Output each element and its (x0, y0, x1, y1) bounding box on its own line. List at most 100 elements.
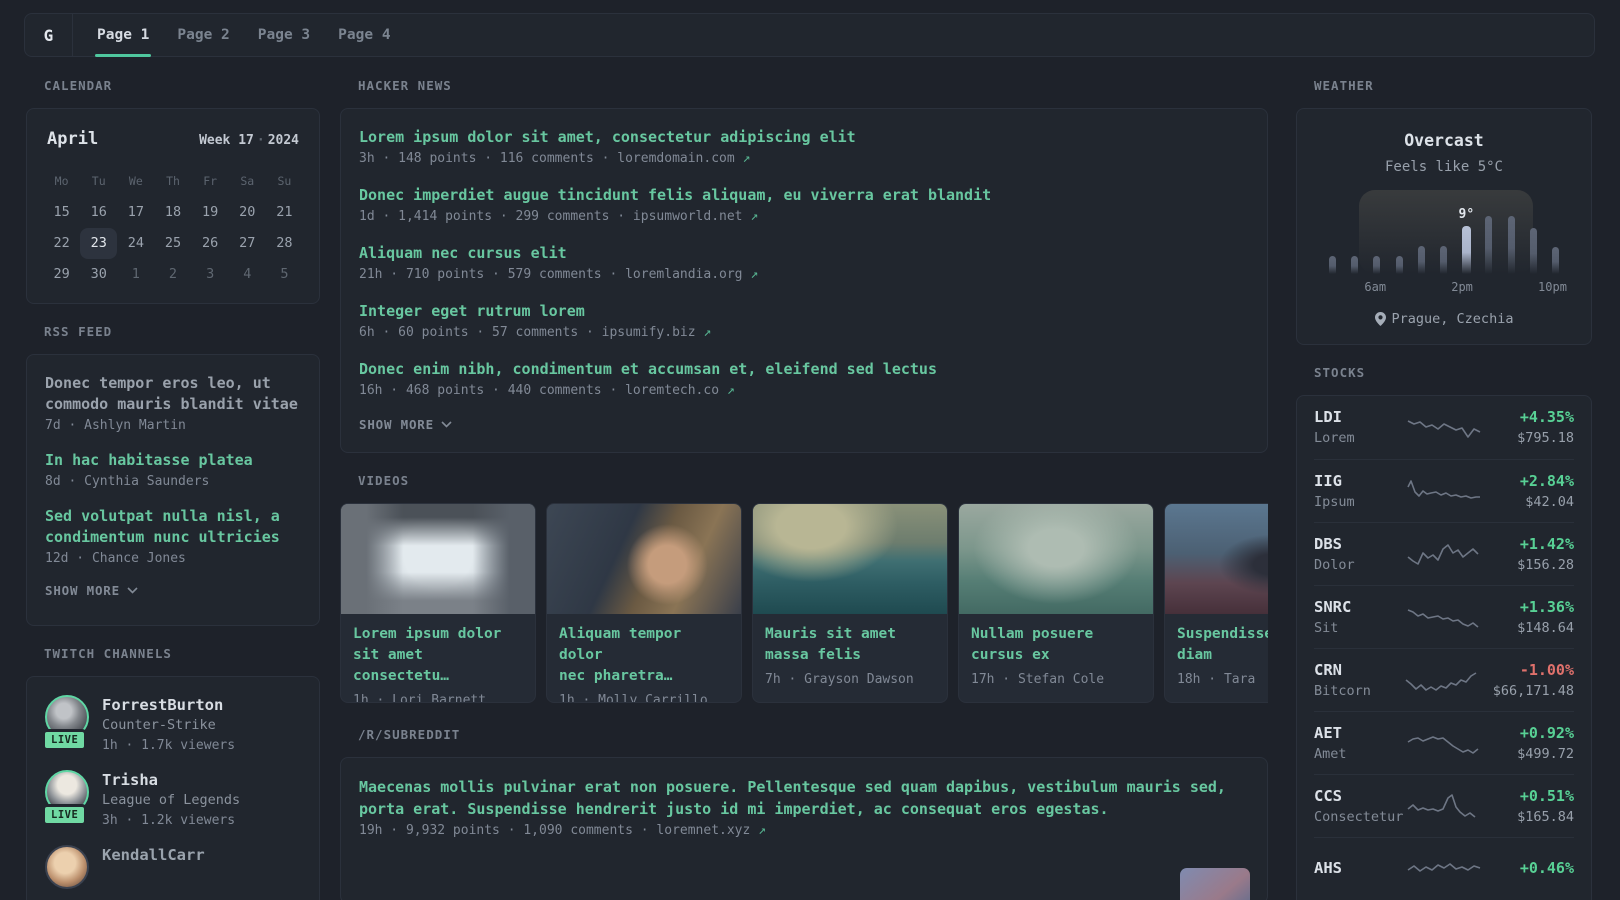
hackernews-widget: HACKER NEWS Lorem ipsum dolor sit amet, … (340, 78, 1268, 453)
video-thumbnail[interactable] (753, 504, 947, 614)
rss-item-link[interactable]: Donec tempor eros leo, ut commodo mauris… (45, 373, 298, 415)
tab-page-4[interactable]: Page 4 (324, 14, 404, 56)
rss-item-meta: 12d · Chance Jones (45, 551, 186, 566)
avatar[interactable] (45, 845, 89, 889)
stock-symbol-link[interactable]: AHS (1314, 859, 1393, 878)
stock-row: AET Amet +0.92% $499.72 (1314, 711, 1574, 774)
video-thumbnail[interactable] (959, 504, 1153, 614)
stock-change: +2.84% (1519, 471, 1574, 490)
stock-values: +2.84% $42.04 (1495, 472, 1574, 511)
stock-id: CRN Bitcorn (1314, 661, 1391, 700)
calendar-day: 26 (202, 235, 219, 251)
tab-page-1[interactable]: Page 1 (83, 14, 163, 57)
calendar-day-next-month: 3 (206, 266, 215, 282)
video-title-link[interactable]: Lorem ipsum dolor sit amet consectetu… (353, 624, 523, 687)
subreddit-card: Maecenas mollis pulvinar erat non posuer… (340, 757, 1268, 900)
hn-item-link[interactable]: Aliquam nec cursus elit (359, 243, 567, 264)
hn-show-more-button[interactable]: SHOW MORE (359, 417, 1249, 432)
video-meta: 1h · Molly Carrillo (559, 693, 708, 703)
stock-symbol-link[interactable]: CCS (1314, 787, 1393, 806)
stocks-widget-title: STOCKS (1314, 365, 1366, 380)
weather-bar (1440, 246, 1448, 274)
hn-item: Donec enim nibh, condimentum et accumsan… (359, 359, 1249, 401)
stock-price: $42.04 (1525, 493, 1574, 510)
twitch-channel-link[interactable]: KendallCarr (102, 845, 205, 865)
twitch-channel-row: LIVE Trisha League of Legends 3h · 1.2k … (42, 770, 301, 831)
stock-row: IIG Ipsum +2.84% $42.04 (1314, 459, 1574, 522)
weekday-label: Th (166, 174, 180, 188)
weather-hour-label (1386, 280, 1408, 296)
hn-item-link[interactable]: Donec enim nibh, condimentum et accumsan… (359, 359, 937, 380)
video-meta: 18h · Tara (1177, 672, 1256, 687)
stock-symbol-link[interactable]: SNRC (1314, 598, 1393, 617)
stock-symbol-link[interactable]: CRN (1314, 661, 1391, 680)
stock-values: +0.92% $499.72 (1495, 724, 1574, 763)
stock-sparkline (1403, 540, 1485, 568)
rss-item-link[interactable]: Sed volutpat nulla nisl, a condimentum n… (45, 506, 280, 548)
video-card: Mauris sit amet massa felis 7h · Grayson… (752, 503, 948, 703)
chevron-down-icon (441, 421, 452, 428)
external-link-icon: ↗ (703, 325, 712, 340)
calendar-day-next-month: 2 (168, 266, 178, 282)
stock-row: LDI Lorem +4.35% $795.18 (1314, 396, 1574, 459)
video-title-link[interactable]: Aliquam tempor dolor nec pharetra… (559, 624, 729, 687)
subreddit-post-link[interactable]: Maecenas mollis pulvinar erat non posuer… (359, 776, 1249, 820)
calendar-widget: CALENDAR April Week 17 · 2024 Mo Tu We Th … (26, 78, 320, 304)
hn-item-meta: 3h · 148 points · 116 comments · loremdo… (359, 151, 751, 166)
rss-item: Donec tempor eros leo, ut commodo mauris… (45, 373, 301, 436)
subreddit-widget-title: /R/SUBREDDIT (358, 727, 461, 742)
external-link-icon: ↗ (742, 151, 751, 166)
tab-page-3[interactable]: Page 3 (244, 14, 324, 56)
video-card: Nullam posuere cursus ex 17h · Stefan Co… (958, 503, 1154, 703)
stock-change: +0.92% (1519, 723, 1574, 742)
stock-symbol-link[interactable]: DBS (1314, 535, 1393, 554)
video-title-link[interactable]: Nullam posuere cursus ex (971, 624, 1141, 666)
subreddit-next-post-thumbnail[interactable] (1180, 868, 1250, 900)
hn-item-meta: 21h · 710 points · 579 comments · loreml… (359, 267, 759, 282)
stock-price: $66,171.48 (1492, 682, 1574, 699)
stock-name: Ipsum (1314, 493, 1355, 510)
stock-change: +0.46% (1519, 858, 1574, 877)
stock-symbol-link[interactable]: IIG (1314, 472, 1393, 491)
stock-symbol-link[interactable]: LDI (1314, 408, 1393, 427)
weather-bar-slot (1321, 256, 1343, 274)
calendar-year: 2024 (267, 133, 299, 148)
weather-location-label: Prague, Czechia (1391, 311, 1514, 327)
weather-bar (1373, 256, 1381, 274)
stock-symbol-link[interactable]: AET (1314, 724, 1393, 743)
external-link-icon: ↗ (758, 823, 766, 838)
video-thumbnail[interactable] (341, 504, 535, 614)
chevron-down-icon (127, 587, 138, 594)
stock-name: Bitcorn (1314, 682, 1371, 699)
stock-row: SNRC Sit +1.36% $148.64 (1314, 585, 1574, 648)
video-caption: Suspendisse diam 18h · Tara (1165, 614, 1268, 699)
weather-hour-label (1430, 280, 1452, 296)
rss-show-more-button[interactable]: SHOW MORE (45, 583, 301, 598)
video-title-link[interactable]: Mauris sit amet massa felis (765, 624, 935, 666)
twitch-channel-link[interactable]: ForrestBurton (102, 695, 235, 715)
weather-card: Overcast Feels like 5°C 9° 6am 2pm 10pm Pr… (1296, 108, 1592, 345)
weather-bar (1418, 246, 1426, 274)
video-caption: Mauris sit amet massa felis 7h · Grayson… (753, 614, 947, 699)
hn-item-link[interactable]: Integer eget rutrum lorem (359, 301, 585, 322)
tab-page-2[interactable]: Page 2 (163, 14, 243, 56)
hn-item-meta: 1d · 1,414 points · 299 comments · ipsum… (359, 209, 759, 224)
twitch-channel-info: KendallCarr (102, 845, 205, 889)
video-thumbnail[interactable] (547, 504, 741, 614)
twitch-avatar-wrap: LIVE (42, 770, 89, 831)
hn-item-link[interactable]: Lorem ipsum dolor sit amet, consectetur … (359, 127, 856, 148)
calendar-month: April (47, 129, 99, 149)
video-thumbnail[interactable] (1165, 504, 1268, 614)
calendar-day: 24 (127, 235, 144, 251)
twitch-channel-link[interactable]: Trisha (102, 770, 240, 790)
video-title-link[interactable]: Suspendisse diam (1177, 624, 1268, 666)
hn-item-link[interactable]: Donec imperdiet augue tincidunt felis al… (359, 185, 991, 206)
weather-bar-slot (1522, 228, 1544, 274)
video-caption: Nullam posuere cursus ex 17h · Stefan Co… (959, 614, 1153, 699)
stock-id: IIG Ipsum (1314, 472, 1393, 511)
calendar-day-next-month: 1 (131, 266, 140, 282)
stock-row: CCS Consectetur +0.51% $165.84 (1314, 774, 1574, 837)
stock-sparkline (1403, 855, 1485, 883)
video-meta: 7h · Grayson Dawson (765, 672, 914, 687)
rss-item-link[interactable]: In hac habitasse platea (45, 450, 253, 471)
